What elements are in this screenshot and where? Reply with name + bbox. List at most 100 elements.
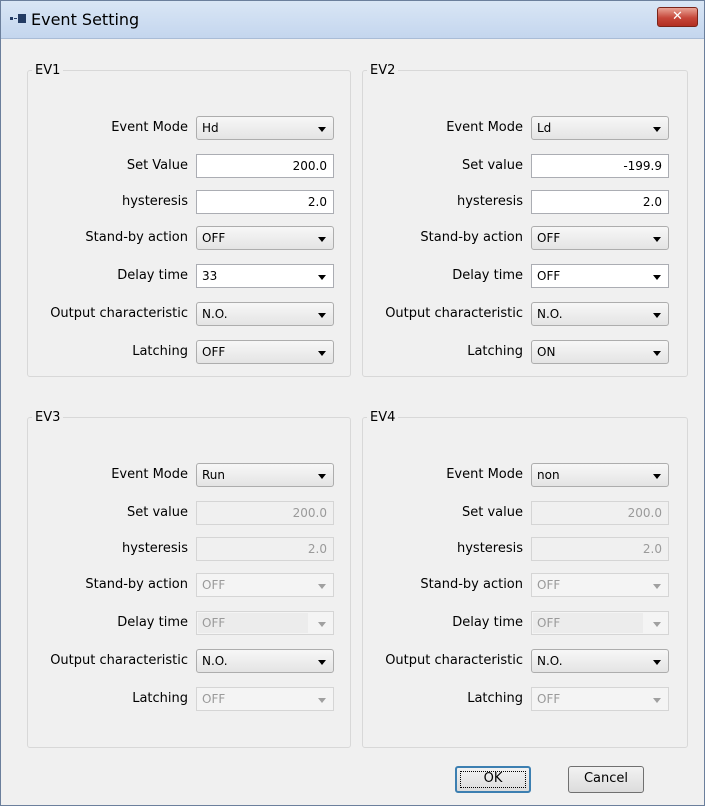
chevron-down-icon[interactable] [318,351,326,356]
field-value: 200.0 [292,159,327,173]
chevron-down-icon[interactable] [653,275,661,280]
field-label: Output characteristic [50,306,188,321]
field-row-latching: Latching ON [363,340,687,364]
field-label: Set value [462,505,523,520]
set-value-input[interactable]: -199.9 [531,154,669,178]
event-mode-dropdown[interactable]: Hd [196,116,334,140]
field-row-set-value: Set value -199.9 [363,154,687,178]
cancel-button[interactable]: Cancel [568,766,644,793]
field-value: N.O. [537,654,563,668]
chevron-down-icon[interactable] [318,313,326,318]
stand-by-action-dropdown: OFF [531,573,669,597]
field-row-event-mode: Event Mode Hd [28,116,350,140]
field-row-set-value: Set Value 200.0 [28,154,350,178]
chevron-down-icon[interactable] [653,237,661,242]
chevron-down-icon [653,622,661,627]
output-characteristic-dropdown[interactable]: N.O. [196,302,334,326]
latching-dropdown: OFF [196,687,334,711]
delay-time-dropdown[interactable]: 33 [196,264,334,288]
latching-dropdown[interactable]: OFF [196,340,334,364]
ok-button-label: OK [483,771,503,786]
field-value: N.O. [537,307,563,321]
ok-button[interactable]: OK [455,766,531,793]
field-label: Delay time [117,268,188,283]
field-row-output-characteristic: Output characteristic N.O. [28,302,350,326]
chevron-down-icon[interactable] [653,127,661,132]
title-bar[interactable]: Event Setting ✕ [1,1,704,39]
field-label: Stand-by action [85,577,188,592]
field-label: Latching [467,344,523,359]
field-label: hysteresis [456,194,523,209]
hysteresis-input[interactable]: 2.0 [531,190,669,214]
window-title: Event Setting [31,10,140,29]
event-mode-dropdown[interactable]: Run [196,463,334,487]
set-value-input: 200.0 [531,501,669,525]
set-value-input: 200.0 [196,501,334,525]
field-value: 200.0 [292,506,327,520]
field-row-hysteresis: hysteresis 2.0 [363,190,687,214]
output-characteristic-dropdown[interactable]: N.O. [531,649,669,673]
field-label: Set value [127,505,188,520]
stand-by-action-dropdown: OFF [196,573,334,597]
output-characteristic-dropdown[interactable]: N.O. [531,302,669,326]
chevron-down-icon[interactable] [653,351,661,356]
chevron-down-icon[interactable] [318,660,326,665]
stand-by-action-dropdown[interactable]: OFF [531,226,669,250]
field-value: 2.0 [642,195,662,209]
delay-time-dropdown[interactable]: OFF [531,264,669,288]
chevron-down-icon[interactable] [318,275,326,280]
field-row-event-mode: Event Mode Ld [363,116,687,140]
latching-dropdown: OFF [531,687,669,711]
field-value: OFF [202,616,226,630]
field-label: Latching [467,691,523,706]
field-row-hysteresis: hysteresis 2.0 [363,537,687,561]
field-label: Latching [132,691,188,706]
field-label: Event Mode [111,467,188,482]
field-row-output-characteristic: Output characteristic N.O. [363,302,687,326]
field-value: OFF [537,231,561,245]
event-mode-dropdown[interactable]: non [531,463,669,487]
hysteresis-input[interactable]: 2.0 [196,190,334,214]
field-value: ON [537,345,556,359]
chevron-down-icon [318,584,326,589]
stand-by-action-dropdown[interactable]: OFF [196,226,334,250]
close-button[interactable]: ✕ [657,7,698,27]
latching-dropdown[interactable]: ON [531,340,669,364]
field-value: 2.0 [307,542,327,556]
field-value: 2.0 [642,542,662,556]
field-label: Event Mode [446,120,523,135]
field-label: Output characteristic [385,306,523,321]
field-value: N.O. [202,654,228,668]
event-mode-dropdown[interactable]: Ld [531,116,669,140]
field-label: hysteresis [121,541,188,556]
field-row-event-mode: Event Mode Run [28,463,350,487]
field-label: Output characteristic [50,653,188,668]
delay-time-dropdown: OFF [196,611,334,635]
chevron-down-icon[interactable] [318,474,326,479]
output-characteristic-dropdown[interactable]: N.O. [196,649,334,673]
group-ev1: EV1 Event Mode Hd Set Value 200.0 hysteresis… [27,63,351,377]
field-row-output-characteristic: Output characteristic N.O. [28,649,350,673]
field-label: Set value [462,158,523,173]
field-label: Stand-by action [420,230,523,245]
field-label: hysteresis [456,541,523,556]
chevron-down-icon[interactable] [653,474,661,479]
group-title: EV1 [35,63,61,78]
field-row-delay-time: Delay time OFF [28,611,350,635]
field-row-stand-by-action: Stand-by action OFF [28,226,350,250]
chevron-down-icon[interactable] [653,660,661,665]
field-value: OFF [202,231,226,245]
field-row-event-mode: Event Mode non [363,463,687,487]
field-value: Run [202,468,226,482]
group-title: EV2 [370,63,396,78]
chevron-down-icon[interactable] [318,127,326,132]
field-row-latching: Latching OFF [363,687,687,711]
app-icon [10,14,26,24]
field-row-delay-time: Delay time OFF [363,264,687,288]
chevron-down-icon[interactable] [653,313,661,318]
set-value-input[interactable]: 200.0 [196,154,334,178]
field-value: 33 [202,269,218,283]
field-value: OFF [202,345,226,359]
field-label: Latching [132,344,188,359]
chevron-down-icon[interactable] [318,237,326,242]
